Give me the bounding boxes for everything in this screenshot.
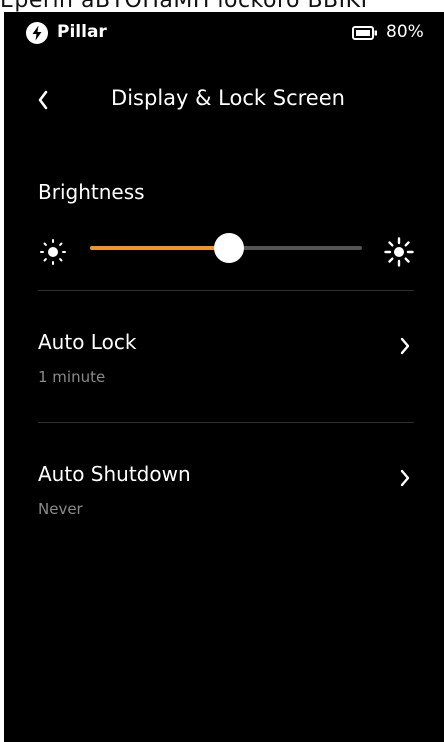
brightness-slider-fill (90, 246, 229, 250)
brightness-slider[interactable] (90, 233, 362, 263)
sun-bright-icon (384, 237, 414, 267)
battery-icon (352, 25, 378, 40)
setting-row-auto-lock[interactable]: Auto Lock 1 minute (38, 330, 414, 410)
device-screen: Pillar 80% Display & Lock Screen Brightn… (4, 12, 444, 742)
brightness-slider-thumb[interactable] (214, 233, 244, 263)
battery-percentage: 80% (386, 22, 424, 42)
setting-title: Auto Shutdown (38, 462, 191, 486)
setting-row-auto-shutdown[interactable]: Auto Shutdown Never (38, 462, 414, 542)
top-cropped-text-strip: Eperin aBTOHaMH lockoro BBIKI (0, 0, 444, 12)
bolt-icon (26, 22, 48, 44)
cropped-text: Eperin aBTOHaMH lockoro BBIKI (0, 0, 368, 12)
setting-value: Never (38, 500, 83, 518)
chevron-right-icon (398, 336, 412, 356)
divider (38, 422, 414, 423)
page-title: Display & Lock Screen (111, 86, 345, 110)
status-bar: Pillar 80% (4, 12, 444, 48)
setting-title: Auto Lock (38, 330, 137, 354)
setting-value: 1 minute (38, 368, 106, 386)
sun-dim-icon (38, 237, 68, 267)
status-app-name: Pillar (57, 22, 107, 42)
chevron-right-icon (398, 468, 412, 488)
divider (38, 290, 414, 291)
brightness-label: Brightness (38, 180, 145, 204)
